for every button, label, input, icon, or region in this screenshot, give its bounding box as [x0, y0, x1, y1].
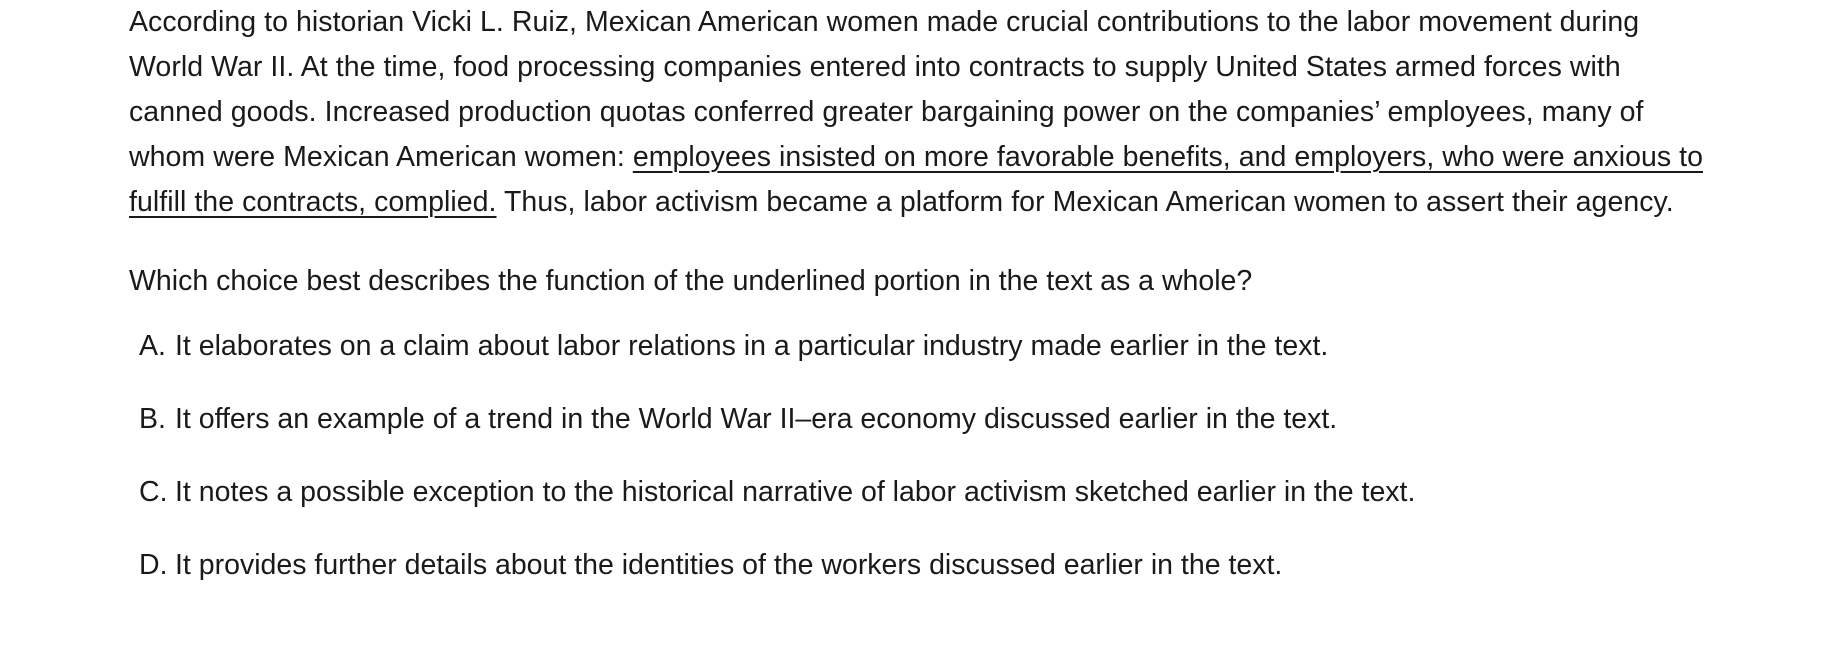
choice-b-letter: B. — [139, 403, 166, 435]
choice-c[interactable]: C. It notes a possible exception to the … — [139, 470, 1709, 515]
passage-text: According to historian Vicki L. Ruiz, Me… — [129, 0, 1709, 225]
passage-after: Thus, labor activism became a platform f… — [496, 186, 1674, 218]
choice-b-text: It offers an example of a trend in the W… — [175, 403, 1338, 435]
choice-c-letter: C. — [139, 476, 168, 508]
answer-choices: A. It elaborates on a claim about labor … — [139, 324, 1709, 588]
choice-d-text: It provides further details about the id… — [175, 549, 1283, 581]
choice-a-letter: A. — [139, 330, 166, 362]
choice-a[interactable]: A. It elaborates on a claim about labor … — [139, 324, 1709, 369]
question-content: According to historian Vicki L. Ruiz, Me… — [129, 0, 1709, 616]
choice-d[interactable]: D. It provides further details about the… — [139, 543, 1709, 588]
choice-a-text: It elaborates on a claim about labor rel… — [175, 330, 1329, 362]
choice-d-letter: D. — [139, 549, 168, 581]
choice-b[interactable]: B. It offers an example of a trend in th… — [139, 397, 1709, 442]
choice-c-text: It notes a possible exception to the his… — [175, 476, 1416, 508]
question-prompt: Which choice best describes the function… — [129, 265, 1253, 297]
